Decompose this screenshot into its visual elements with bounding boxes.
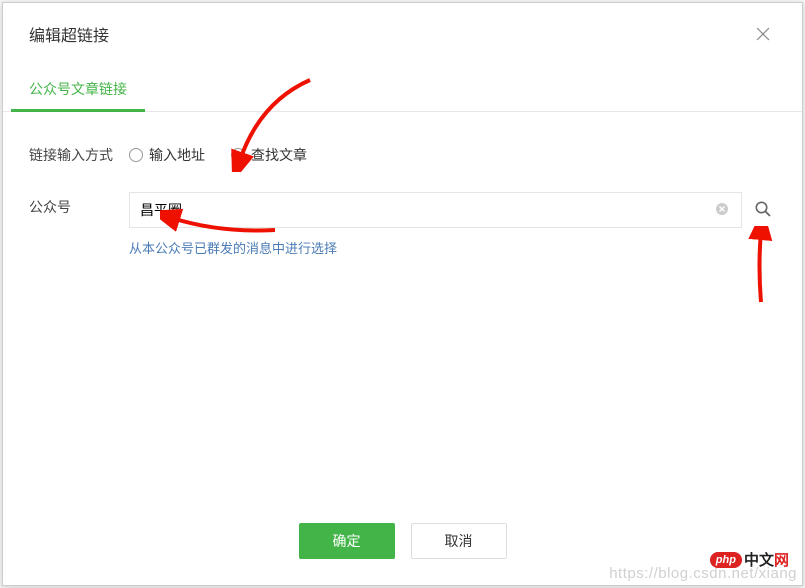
- search-button[interactable]: [750, 196, 776, 225]
- tab-article-link[interactable]: 公众号文章链接: [29, 69, 127, 111]
- radio-group-input-method: 输入地址 查找文章: [129, 140, 776, 170]
- clear-button[interactable]: [713, 200, 731, 221]
- label-account: 公众号: [29, 192, 129, 222]
- search-row: [129, 192, 776, 228]
- select-from-sent-link[interactable]: 从本公众号已群发的消息中进行选择: [129, 238, 337, 257]
- dialog-header: 编辑超链接: [3, 3, 802, 59]
- account-search-box: [129, 192, 742, 228]
- form-body: 链接输入方式 输入地址 查找文章 公众号: [3, 112, 802, 507]
- close-button[interactable]: [750, 21, 776, 47]
- radio-icon: [129, 148, 143, 162]
- radio-icon: [231, 148, 245, 162]
- search-icon: [754, 200, 772, 218]
- radio-label: 输入地址: [149, 140, 205, 170]
- row-input-method: 链接输入方式 输入地址 查找文章: [29, 140, 776, 170]
- dialog-footer: 确定 取消: [3, 507, 802, 585]
- tab-bar: 公众号文章链接: [3, 69, 802, 112]
- close-icon: [754, 25, 772, 43]
- clear-icon: [715, 202, 729, 216]
- account-search-input[interactable]: [140, 193, 713, 227]
- cancel-button[interactable]: 取消: [411, 523, 507, 559]
- ok-button[interactable]: 确定: [299, 523, 395, 559]
- radio-search-article[interactable]: 查找文章: [231, 140, 307, 170]
- label-input-method: 链接输入方式: [29, 140, 129, 170]
- row-account: 公众号 从本公众号已群发的消息中进行选择: [29, 192, 776, 257]
- dialog-title: 编辑超链接: [29, 22, 109, 46]
- radio-input-url[interactable]: 输入地址: [129, 140, 205, 170]
- edit-hyperlink-dialog: 编辑超链接 公众号文章链接 链接输入方式 输入地址 查找文章 公众号: [2, 2, 803, 586]
- account-body: 从本公众号已群发的消息中进行选择: [129, 192, 776, 257]
- radio-label: 查找文章: [251, 140, 307, 170]
